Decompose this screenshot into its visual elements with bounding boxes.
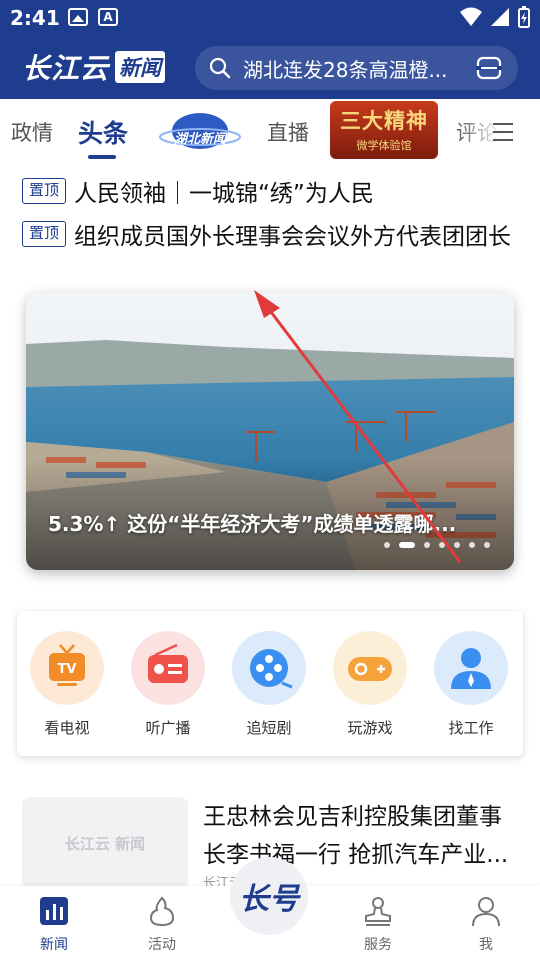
carousel-dot xyxy=(484,542,490,548)
logo-main-text: 长江云 xyxy=(22,52,110,85)
nav-label: 活动 xyxy=(148,937,176,953)
service-jobs[interactable]: 找工作 xyxy=(431,631,511,738)
nav-label: 新闻 xyxy=(40,937,68,953)
carousel-dot xyxy=(469,542,475,548)
battery-icon xyxy=(518,6,530,28)
pinned-badge: 置顶 xyxy=(22,221,66,247)
carousel-dot-active xyxy=(399,542,415,548)
scan-icon[interactable] xyxy=(476,56,502,80)
carousel-dot xyxy=(439,542,445,548)
tab-zhibo[interactable]: 直播 xyxy=(267,117,309,147)
service-label: 找工作 xyxy=(448,719,494,737)
service-shortcuts: TV 看电视 听广播 追短剧 玩游戏 找工作 xyxy=(17,611,523,756)
pinned-item[interactable]: 置顶 人民领袖｜一城锦“绣”为人民 xyxy=(22,174,532,208)
pinned-title: 组织成员国外长理事会会议外方代表团团长 xyxy=(74,224,511,250)
pinned-badge: 置顶 xyxy=(22,178,66,204)
pinned-title: 人民领袖｜一城锦“绣”为人民 xyxy=(74,181,374,207)
service-stamp-icon xyxy=(365,897,391,926)
signal-icon xyxy=(491,8,509,26)
accessibility-notification-icon: A xyxy=(98,8,118,26)
three-spirits-subtitle: 微学体验馆 xyxy=(356,139,412,152)
tab-hubei-news-logo[interactable]: 湖北新闻 xyxy=(158,107,242,151)
app-logo: 长江云 新闻 xyxy=(22,50,166,85)
nav-activity[interactable]: 活动 xyxy=(122,894,202,954)
tv-icon: TV xyxy=(49,644,85,686)
tab-zhengqing[interactable]: 政情 xyxy=(11,117,53,147)
service-games[interactable]: 玩游戏 xyxy=(330,631,410,738)
tab-toutiao[interactable]: 头条 xyxy=(78,114,128,150)
logo-box-text: 新闻 xyxy=(115,51,166,83)
nav-services[interactable]: 服务 xyxy=(338,894,418,954)
three-spirits-title: 三大精神 xyxy=(340,109,428,133)
center-button-logo: 长号 xyxy=(239,882,299,917)
svg-text:湖北新闻: 湖北新闻 xyxy=(174,131,228,147)
banner-carousel[interactable]: 5.3%↑ 这份“半年经济大考”成绩单透露哪... xyxy=(26,292,514,570)
app-header: 2:41 A 长江云 新闻 湖北连发28条高温橙... xyxy=(0,0,540,99)
service-short-drama[interactable]: 追短剧 xyxy=(229,631,309,738)
thumbnail-placeholder-logo: 长江云 新闻 xyxy=(64,834,146,853)
menu-icon[interactable] xyxy=(491,120,515,144)
nav-label: 服务 xyxy=(364,937,392,953)
status-bar: 2:41 A xyxy=(0,0,540,36)
search-placeholder: 湖北连发28条高温橙... xyxy=(243,57,448,82)
carousel-indicator xyxy=(384,542,490,548)
news-chart-icon xyxy=(40,897,68,925)
wifi-icon xyxy=(460,7,482,26)
film-reel-icon xyxy=(250,649,293,689)
service-label: 看电视 xyxy=(44,719,90,737)
search-icon xyxy=(209,57,231,79)
radio-icon xyxy=(148,643,188,683)
news-thumbnail[interactable]: 长江云 新闻 xyxy=(22,797,188,889)
service-label: 听广播 xyxy=(145,719,191,737)
job-person-icon xyxy=(451,648,491,689)
search-bar[interactable]: 湖北连发28条高温橙... xyxy=(195,46,518,90)
gamepad-icon xyxy=(348,657,392,681)
svg-text:TV: TV xyxy=(58,662,77,677)
tab-three-spirits-logo[interactable]: 三大精神 微学体验馆 xyxy=(330,101,438,159)
nav-news[interactable]: 新闻 xyxy=(14,894,94,954)
carousel-dot xyxy=(454,542,460,548)
status-time: 2:41 xyxy=(10,6,60,30)
service-radio[interactable]: 听广播 xyxy=(128,631,208,738)
profile-icon xyxy=(472,897,500,927)
nav-me[interactable]: 我 xyxy=(446,894,526,954)
service-label: 玩游戏 xyxy=(347,719,393,737)
activity-icon xyxy=(149,896,175,927)
service-label: 追短剧 xyxy=(246,719,292,737)
carousel-dot xyxy=(424,542,430,548)
banner-caption: 5.3%↑ 这份“半年经济大考”成绩单透露哪... xyxy=(48,512,457,536)
service-tv[interactable]: TV 看电视 xyxy=(27,631,107,738)
active-tab-indicator xyxy=(88,155,116,159)
gallery-notification-icon xyxy=(68,8,88,26)
nav-label: 我 xyxy=(479,937,493,953)
carousel-dot xyxy=(384,542,390,548)
pinned-item[interactable]: 置顶 组织成员国外长理事会会议外方代表团团长 xyxy=(22,217,532,251)
center-channel-button[interactable]: 长号 xyxy=(230,857,308,935)
